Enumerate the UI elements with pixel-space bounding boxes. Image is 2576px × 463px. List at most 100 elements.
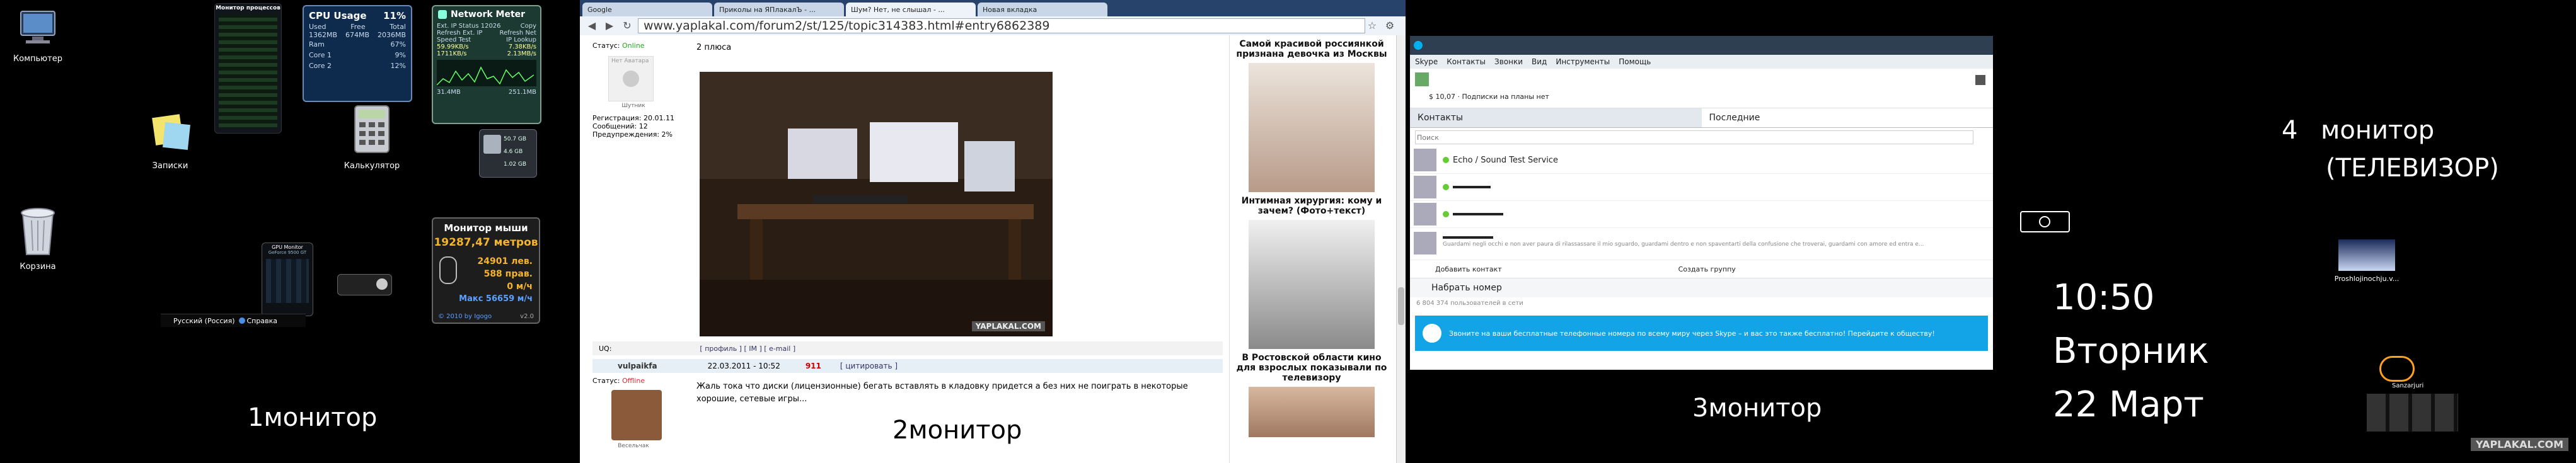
post-2-user-panel: Статус: Offline Весельчак: [592, 377, 674, 449]
ad-image: [1249, 63, 1375, 192]
speed-test-link[interactable]: Speed Test: [437, 37, 471, 43]
process-monitor-gadget[interactable]: Монитор процессов: [214, 3, 282, 134]
tab-label: Новая вкладка: [983, 5, 1037, 14]
post-1-image[interactable]: YAPLAKAL.COM: [700, 72, 1053, 336]
scrollbar-thumb[interactable]: [1398, 287, 1404, 325]
small-meter-gadget[interactable]: [337, 274, 392, 295]
tab-contacts[interactable]: Контакты: [1410, 108, 1702, 127]
monitor-2-caption: 2монитор: [892, 416, 1022, 445]
promo-banner[interactable]: Звоните на ваши бесплатные телефонные но…: [1415, 316, 1988, 351]
menu-calls[interactable]: Звонки: [1494, 57, 1523, 66]
download-rate-1: 59.99KB/s: [437, 43, 469, 50]
disk-line-1: 50.7 GB: [504, 136, 527, 142]
profile-bar: $ 10,07 · Подписки на планы нет: [1410, 69, 1993, 108]
desktop-icon-label: Компьютер: [13, 54, 62, 64]
avatar-caption: Нет Аватара: [611, 58, 649, 64]
core2-label: Core 2: [309, 62, 332, 70]
refresh-ext-ip-link[interactable]: Refresh Ext. IP: [437, 30, 482, 37]
gpu-title: GPU Monitor: [272, 244, 303, 250]
post-2-date: 22.03.2011 - 10:52: [707, 362, 780, 370]
desktop-icon-recycle-bin[interactable]: Корзина: [0, 202, 76, 272]
desktop-icon-notes[interactable]: Записки: [132, 107, 208, 171]
weather-cloud-icon: [2379, 356, 2415, 382]
video-thumbnail-icon: [2338, 239, 2395, 271]
dial-number-button[interactable]: Набрать номер: [1410, 278, 1993, 297]
home-icon[interactable]: [1975, 75, 1985, 85]
language-indicator[interactable]: Русский (Россия): [173, 317, 235, 325]
ad-title: В Ростовской области кино для взрослых п…: [1236, 353, 1387, 383]
menu-view[interactable]: Вид: [1532, 57, 1547, 66]
contact-row[interactable]: [1410, 174, 1993, 201]
status-label: Статус:: [592, 377, 620, 385]
mouse-meter-gadget[interactable]: Монитор мыши 19287,47 метров 24901 лев. …: [432, 217, 540, 324]
process-list: [219, 14, 277, 127]
ip-lookup-link[interactable]: IP Lookup: [506, 37, 536, 43]
profile-links[interactable]: [ профиль ] [ IM ] [ e-mail ]: [700, 345, 795, 353]
help-link[interactable]: Справка: [247, 317, 277, 325]
menu-contacts[interactable]: Контакты: [1447, 57, 1486, 66]
caption-number: 1: [248, 403, 264, 432]
disk-space-gadget[interactable]: 50.7 GB 4.6 GB 1.02 GB: [479, 129, 537, 178]
total-upload: 251.1MB: [508, 89, 536, 96]
tab-new[interactable]: Новая вкладка: [978, 3, 1107, 16]
contact-avatar: [1414, 149, 1436, 171]
contact-row[interactable]: Guardami negli occhi e non aver paura di…: [1410, 228, 1993, 260]
clock-day: Вторник: [2053, 331, 2209, 372]
wrench-icon[interactable]: ⚙: [1383, 19, 1397, 33]
network-icon: [438, 10, 447, 19]
gpu-monitor-gadget[interactable]: GPU Monitor GeForce 9500 GT: [262, 243, 313, 316]
caption-number: 2: [892, 416, 909, 445]
ad-block-3[interactable]: В Ростовской области кино для взрослых п…: [1230, 353, 1394, 437]
upload-rate-2: 2.13MB/s: [507, 50, 536, 57]
tab-yaplakal-jokes[interactable]: Приколы на ЯПлакалЪ - ...: [714, 3, 844, 16]
tab-label: Приколы на ЯПлакалЪ - ...: [719, 5, 816, 14]
cpu-usage-gadget[interactable]: CPU Usage 11% Used Free Total 1362MB 674…: [303, 5, 412, 102]
post-2-id: 911: [805, 362, 821, 370]
back-icon[interactable]: ◀: [585, 19, 599, 33]
status-online: Online: [622, 42, 645, 50]
used-label: Used: [309, 23, 326, 31]
menu-skype[interactable]: Skype: [1415, 57, 1438, 66]
post-2-nick[interactable]: vulpaikfa: [618, 362, 657, 370]
scrollbar[interactable]: [1396, 35, 1406, 463]
contact-mood-message: Guardami negli occhi e non aver paura di…: [1443, 241, 1924, 248]
menu-help[interactable]: Помощь: [1619, 57, 1651, 66]
contact-echo[interactable]: Echo / Sound Test Service: [1410, 147, 1993, 174]
ad-title: Интимная хирургия: кому и зачем? (Фото+т…: [1241, 196, 1382, 216]
power-button[interactable]: [2020, 211, 2070, 232]
address-bar[interactable]: www.yaplakal.com/forum2/st/125/topic3143…: [638, 18, 1365, 33]
user-silhouette-icon: [623, 71, 639, 87]
create-group-button[interactable]: Создать группу: [1678, 265, 1736, 273]
online-status-icon: [1443, 211, 1449, 217]
quote-link[interactable]: [ цитировать ]: [840, 362, 898, 370]
promo-text: Звоните на ваши бесплатные телефонные но…: [1449, 329, 1935, 338]
add-contact-button[interactable]: Добавить контакт: [1435, 265, 1502, 273]
ad-block-2[interactable]: Интимная хирургия: кому и зачем? (Фото+т…: [1230, 196, 1394, 349]
copy-link[interactable]: Copy: [521, 23, 536, 30]
ext-ip-status: Ext. IP Status 12026: [437, 23, 501, 30]
forum-thread: Статус: Online Нет Аватара Шутник Регист…: [592, 35, 1223, 463]
reload-icon[interactable]: ↻: [620, 19, 634, 33]
forward-icon[interactable]: ▶: [603, 19, 616, 33]
tab-google[interactable]: Google: [582, 3, 712, 16]
star-icon[interactable]: ☆: [1365, 19, 1379, 33]
ad-block-1[interactable]: Самой красивой россиянкой признана девоч…: [1230, 39, 1394, 192]
contact-search-input[interactable]: [1415, 130, 1973, 144]
disk-line-3: 1.02 GB: [504, 161, 527, 168]
forum-page: Статус: Online Нет Аватара Шутник Регист…: [580, 35, 1406, 463]
monitor-1-caption: 1монитор: [248, 403, 377, 432]
contact-row[interactable]: [1410, 201, 1993, 228]
desktop-icon-calculator[interactable]: Калькулятор: [334, 101, 410, 171]
tab-current-topic[interactable]: Шум? Нет, не слышал - ...: [846, 3, 976, 16]
weather-gadget[interactable]: Sanzarjuri: [2367, 356, 2458, 438]
desktop-file-video[interactable]: Proshlojinochju.v...: [2326, 239, 2408, 283]
tab-recent[interactable]: Последние: [1702, 108, 1994, 127]
refresh-net-link[interactable]: Refresh Net: [500, 30, 537, 37]
download-rate-2: 1711KB/s: [437, 50, 467, 57]
balance-line[interactable]: $ 10,07 · Подписки на планы нет: [1429, 93, 1549, 101]
profile-avatar[interactable]: [1415, 72, 1429, 86]
network-meter-gadget[interactable]: Network Meter Ext. IP Status 12026 Copy …: [432, 5, 541, 124]
desktop-icon-computer[interactable]: Компьютер: [0, 6, 76, 64]
desktop-icon-label: Записки: [152, 161, 188, 171]
menu-tools[interactable]: Инструменты: [1556, 57, 1610, 66]
